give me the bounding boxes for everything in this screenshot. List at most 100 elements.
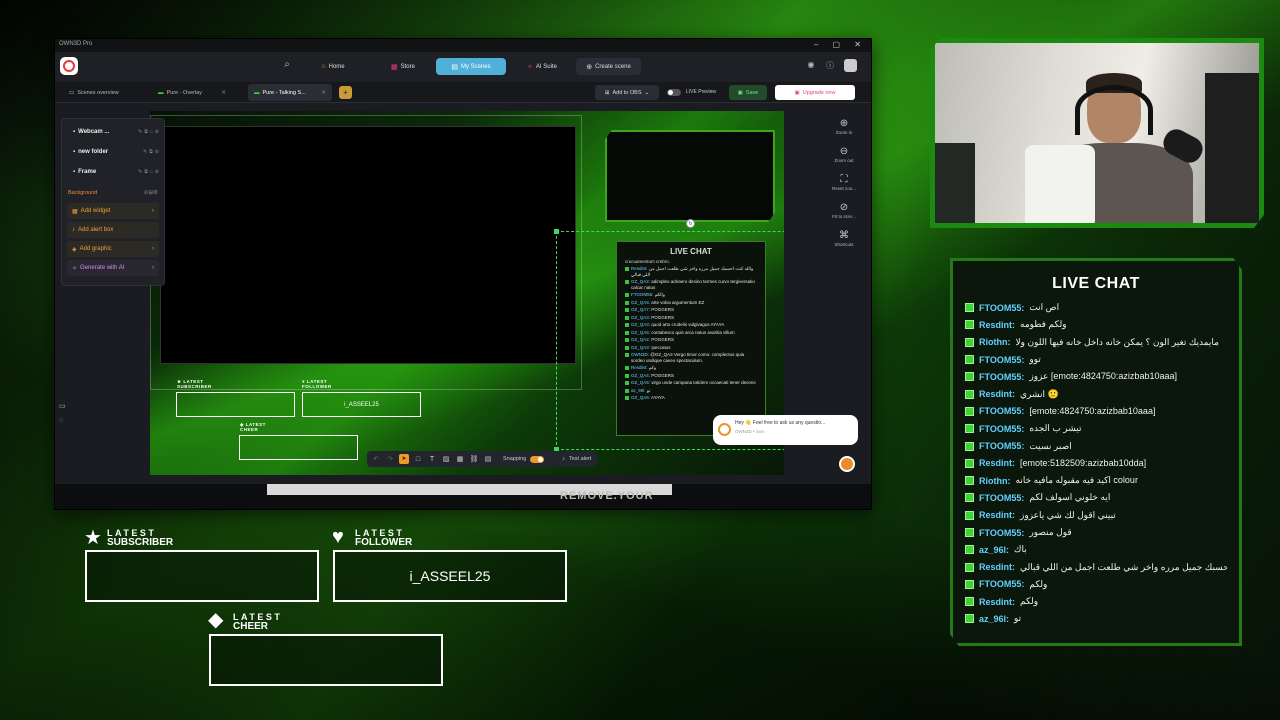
nav-my-scenes-button[interactable]: ▤ My Scenes xyxy=(436,58,506,75)
add-graphic-button[interactable]: ◈ Add graphic › xyxy=(67,241,159,257)
scene-icon: ▬ xyxy=(254,89,260,96)
scene-webcam-frame[interactable] xyxy=(605,130,775,222)
support-logo-icon xyxy=(718,423,731,436)
shortcuts-button[interactable]: ⌘ Shortcuts xyxy=(827,230,861,258)
nav-store-button[interactable]: ▦ Store xyxy=(380,58,426,75)
redo-icon[interactable]: ↷ xyxy=(385,455,395,463)
test-alert-button[interactable]: Test alert xyxy=(569,456,591,462)
info-icon[interactable]: ⓘ xyxy=(824,60,836,72)
media-tool-icon[interactable]: ▦ xyxy=(455,455,465,463)
layer-tools[interactable]: ✎⧉⌂⊘ xyxy=(138,129,161,135)
help-icon[interactable]: ◌ xyxy=(59,417,63,424)
nav-ai-suite-button[interactable]: ✧ AI Suite xyxy=(517,58,567,75)
chat-username: Resdint: xyxy=(979,319,1015,330)
chat-username: Riothn: xyxy=(979,475,1011,486)
chat-message: Resdint: [emote:5182509:azizbab10dda] xyxy=(965,455,1227,472)
camera-icon[interactable]: ◉ xyxy=(805,60,817,72)
reset-zoom-button[interactable]: ⛶ Reset zoo... xyxy=(827,174,861,202)
chat-username: FTOOM55: xyxy=(979,579,1025,590)
add-alert-box-button[interactable]: ♪ Add alert box xyxy=(67,222,159,238)
window-title: OWN3D Pro xyxy=(59,41,93,47)
folder-icon: ▪ xyxy=(73,129,76,135)
zoom-in-button[interactable]: ⊕ Zoom in xyxy=(827,118,861,146)
layer-webcam[interactable]: ▪ Webcam ... ✎⧉⌂⊘ xyxy=(65,122,161,142)
pointer-tool-icon[interactable]: ➤ xyxy=(399,454,409,464)
layer-tools[interactable]: ✎⧉⌂⊘ xyxy=(138,169,161,175)
layer-frame[interactable]: ▪ Frame ✎⧉⌂⊘ xyxy=(65,162,161,182)
search-icon[interactable]: ⌕ xyxy=(279,59,295,75)
nav-home-button[interactable]: ⌂ Home xyxy=(310,58,356,75)
rectangle-tool-icon[interactable]: □ xyxy=(413,456,423,463)
chat-message: az_96l: تو xyxy=(965,610,1227,627)
chat-message: FTOOM55: ولكم xyxy=(965,576,1227,593)
chat-message: FTOOM55: [emote:4824750:azizbab10aaa] xyxy=(965,403,1227,420)
scene-latest-subscriber-box[interactable] xyxy=(176,392,295,417)
chat-username: FTOOM55: xyxy=(979,423,1025,434)
ai-icon: ✧ xyxy=(72,265,78,272)
image-tool-icon[interactable]: ▨ xyxy=(441,455,451,463)
book-icon[interactable]: ▭ xyxy=(59,402,66,410)
text-tool-icon[interactable]: T xyxy=(427,456,437,463)
canvas-area: LIVE CHAT crucuamentum crebro. Resdint: … xyxy=(55,104,871,484)
badge-icon xyxy=(965,614,974,624)
fit-to-screen-button[interactable]: ⊘ Fit to scre... xyxy=(827,202,861,230)
zoom-out-icon: ⊖ xyxy=(839,146,849,157)
chat-text: اكيد فيه مقبوله مافيه خانه colour xyxy=(1015,475,1138,486)
chat-message: FTOOM55: اص انت xyxy=(965,299,1227,316)
grid-icon: ⊞ xyxy=(604,89,610,96)
close-icon[interactable]: ✕ xyxy=(321,90,326,96)
tab-scenes-overview[interactable]: ▭ Scenes overview xyxy=(63,84,143,101)
badge-icon xyxy=(965,597,974,607)
scene-icon: ▬ xyxy=(158,89,164,96)
support-chat-button[interactable] xyxy=(839,456,855,472)
layers-panel: ▪ Webcam ... ✎⧉⌂⊘ ▪ new folder ✎⧉⊘ ▪ Frame ✎⧉⌂… xyxy=(61,118,165,286)
add-widget-button[interactable]: ▦ Add widget › xyxy=(67,203,159,219)
chat-message: FTOOM55: تيشر ب الجده xyxy=(965,420,1227,437)
support-chat-bubble[interactable]: Hey 👋 Feel free to ask us any questio...… xyxy=(713,415,858,445)
chat-username: Resdint: xyxy=(979,458,1015,469)
chevron-down-icon: ⌄ xyxy=(644,89,650,96)
live-preview-toggle[interactable] xyxy=(667,89,681,96)
scene-main-camera[interactable] xyxy=(160,126,576,364)
add-to-obs-button[interactable]: ⊞ Add to OBS ⌄ xyxy=(595,85,659,100)
diamond-icon: ◆ xyxy=(208,609,224,631)
zoom-in-icon: ⊕ xyxy=(839,118,849,129)
create-scene-button[interactable]: ⊕ Create scene xyxy=(576,58,641,75)
widget-tool-icon[interactable]: ▤ xyxy=(483,455,493,463)
chat-message: Resdint: ولكم xyxy=(965,593,1227,610)
link-tool-icon[interactable]: ⛓ xyxy=(469,455,479,463)
undo-icon[interactable]: ↶ xyxy=(371,455,381,463)
badge-icon xyxy=(965,562,974,572)
latest-follower-box: i_ASSEEL25 xyxy=(333,550,567,602)
tab-pure-talking[interactable]: ▬ Pure - Talking S... ✕ xyxy=(248,84,332,101)
window-controls[interactable]: – ▢ ✕ xyxy=(814,40,867,49)
close-icon[interactable]: ✕ xyxy=(221,90,226,96)
save-button[interactable]: ▣ Save xyxy=(729,85,767,100)
chat-username: FTOOM55: xyxy=(979,492,1025,503)
resize-handle[interactable] xyxy=(554,229,559,234)
background-tools-icon[interactable]: ⊘⊞⚙ xyxy=(144,190,158,196)
layer-tools[interactable]: ✎⧉⊘ xyxy=(143,149,161,155)
scene-canvas[interactable]: LIVE CHAT crucuamentum crebro. Resdint: … xyxy=(150,111,784,475)
generate-ai-button[interactable]: ✧ Generate with AI › xyxy=(67,260,159,276)
rotate-handle-icon[interactable]: ↻ xyxy=(686,219,695,228)
scene-latest-cheer-box[interactable] xyxy=(239,435,358,460)
tab-pure-overlay[interactable]: ▬ Pure - Overlay ✕ xyxy=(152,84,232,101)
avatar[interactable] xyxy=(844,59,857,72)
app-logo[interactable] xyxy=(60,57,78,75)
chat-username: FTOOM55: xyxy=(979,354,1025,365)
badge-icon xyxy=(965,545,974,555)
layer-new-folder[interactable]: ▪ new folder ✎⧉⊘ xyxy=(65,142,161,162)
gift-icon: ▣ xyxy=(794,89,800,96)
chat-text: تو xyxy=(1014,613,1022,624)
upgrade-button[interactable]: ▣ Upgrade now xyxy=(775,85,855,100)
plus-circle-icon: ⊕ xyxy=(586,63,593,71)
scene-latest-follower-box[interactable]: i_ASSEEL25 xyxy=(302,392,421,417)
add-tab-button[interactable]: + xyxy=(339,86,352,99)
zoom-out-button[interactable]: ⊖ Zoom out xyxy=(827,146,861,174)
folder-icon: ▭ xyxy=(69,89,75,96)
chat-message: Resdint: وقسم كنت احسبك جميل مرره واخر شي… xyxy=(965,558,1227,575)
background-row[interactable]: Background ⊘⊞⚙ xyxy=(65,182,161,200)
chat-username: FTOOM55: xyxy=(979,441,1025,452)
snapping-toggle[interactable] xyxy=(530,455,545,463)
